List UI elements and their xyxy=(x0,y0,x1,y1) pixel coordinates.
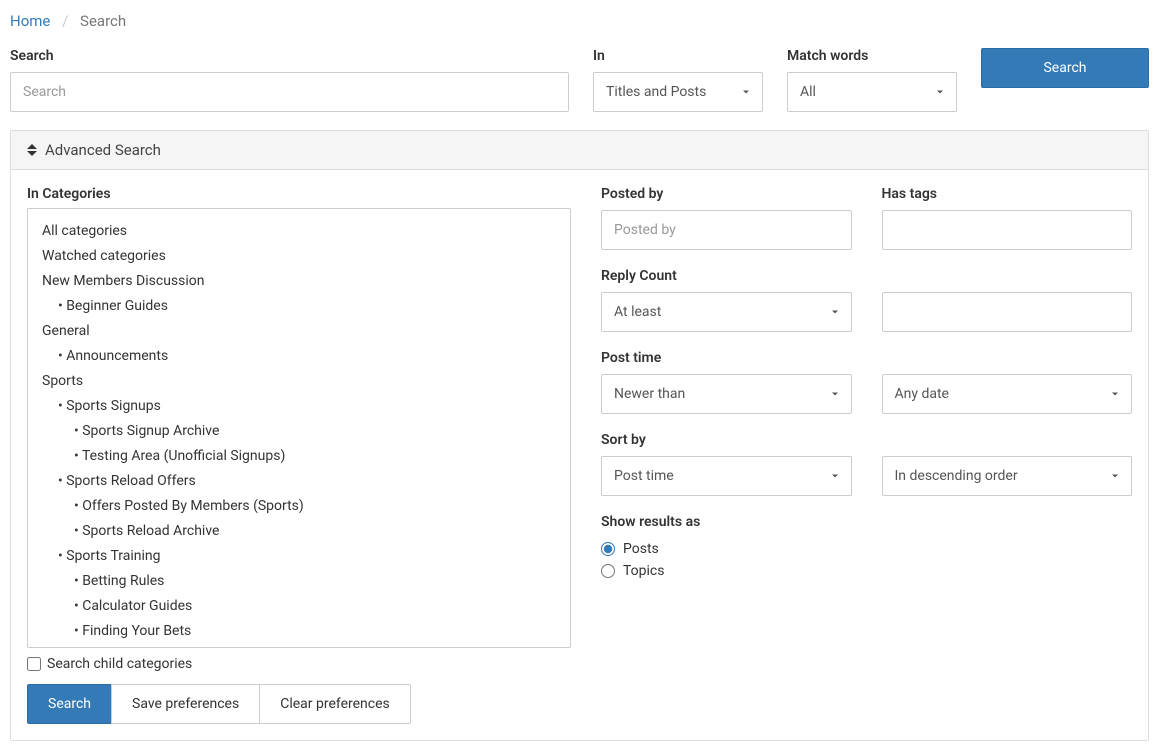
sort-order-select[interactable]: In descending order xyxy=(882,456,1133,496)
category-item[interactable]: Sports Signup Archive xyxy=(42,419,556,444)
clear-preferences-button[interactable]: Clear preferences xyxy=(259,684,411,724)
categories-listbox[interactable]: All categoriesWatched categoriesNew Memb… xyxy=(27,208,571,648)
match-select[interactable]: All xyxy=(787,72,957,112)
posted-by-input[interactable] xyxy=(601,210,852,250)
post-time-date-select[interactable]: Any date xyxy=(882,374,1133,414)
advanced-search-button[interactable]: Search xyxy=(27,684,112,724)
search-label: Search xyxy=(10,48,569,64)
results-posts-label: Posts xyxy=(623,541,659,557)
category-item[interactable]: New Members Discussion xyxy=(42,269,556,294)
category-item[interactable]: Watched categories xyxy=(42,244,556,269)
categories-label: In Categories xyxy=(27,186,111,202)
category-item[interactable]: Beginner Guides xyxy=(42,294,556,319)
show-results-label: Show results as xyxy=(601,514,1132,530)
match-label: Match words xyxy=(787,48,957,64)
category-item[interactable]: Offers Posted By Members (Sports) xyxy=(42,494,556,519)
search-child-label: Search child categories xyxy=(47,656,192,672)
category-item[interactable]: Sports Training xyxy=(42,544,556,569)
posted-by-label: Posted by xyxy=(601,186,852,202)
breadcrumb-separator: / xyxy=(62,12,68,30)
reply-count-select[interactable]: At least xyxy=(601,292,852,332)
has-tags-input[interactable] xyxy=(882,210,1133,250)
reply-count-label: Reply Count xyxy=(601,268,852,284)
advanced-search-title: Advanced Search xyxy=(45,141,161,159)
sort-by-select[interactable]: Post time xyxy=(601,456,852,496)
advanced-search-toggle[interactable]: Advanced Search xyxy=(11,131,1148,170)
results-topics-label: Topics xyxy=(623,563,664,579)
post-time-label: Post time xyxy=(601,350,852,366)
breadcrumb-current: Search xyxy=(80,12,126,30)
search-input[interactable] xyxy=(10,72,569,112)
category-item[interactable]: Sports Signups xyxy=(42,394,556,419)
breadcrumb-home-link[interactable]: Home xyxy=(10,12,50,30)
reply-count-value-input[interactable] xyxy=(882,292,1133,332)
post-time-select[interactable]: Newer than xyxy=(601,374,852,414)
expand-collapse-icon xyxy=(27,144,37,156)
category-item[interactable]: Testing Area (Unofficial Signups) xyxy=(42,444,556,469)
category-item[interactable]: Finding Your Bets xyxy=(42,619,556,644)
category-item[interactable]: Betting Rules xyxy=(42,569,556,594)
button-group: Search Save preferences Clear preference… xyxy=(27,684,571,724)
results-topics-radio[interactable] xyxy=(601,564,615,578)
sort-by-label: Sort by xyxy=(601,432,852,448)
category-item[interactable]: Announcements xyxy=(42,344,556,369)
breadcrumb: Home / Search xyxy=(10,12,1149,30)
search-child-checkbox[interactable] xyxy=(27,657,41,671)
category-item[interactable]: Calculator Guides xyxy=(42,594,556,619)
advanced-search-panel: Advanced Search In Categories All catego… xyxy=(10,130,1149,741)
save-preferences-button[interactable]: Save preferences xyxy=(111,684,260,724)
category-item[interactable]: General xyxy=(42,319,556,344)
category-item[interactable]: All categories xyxy=(42,219,556,244)
search-button[interactable]: Search xyxy=(981,48,1149,88)
in-select[interactable]: Titles and Posts xyxy=(593,72,763,112)
has-tags-label: Has tags xyxy=(882,186,1133,202)
search-bar-row: Search In Titles and Posts Match words A… xyxy=(10,48,1149,112)
in-label: In xyxy=(593,48,763,64)
results-posts-radio[interactable] xyxy=(601,542,615,556)
category-item[interactable]: Sports Reload Offers xyxy=(42,469,556,494)
category-item[interactable]: Sports Reload Archive xyxy=(42,519,556,544)
category-item[interactable]: Sports xyxy=(42,369,556,394)
category-item[interactable]: Guides xyxy=(42,644,556,648)
